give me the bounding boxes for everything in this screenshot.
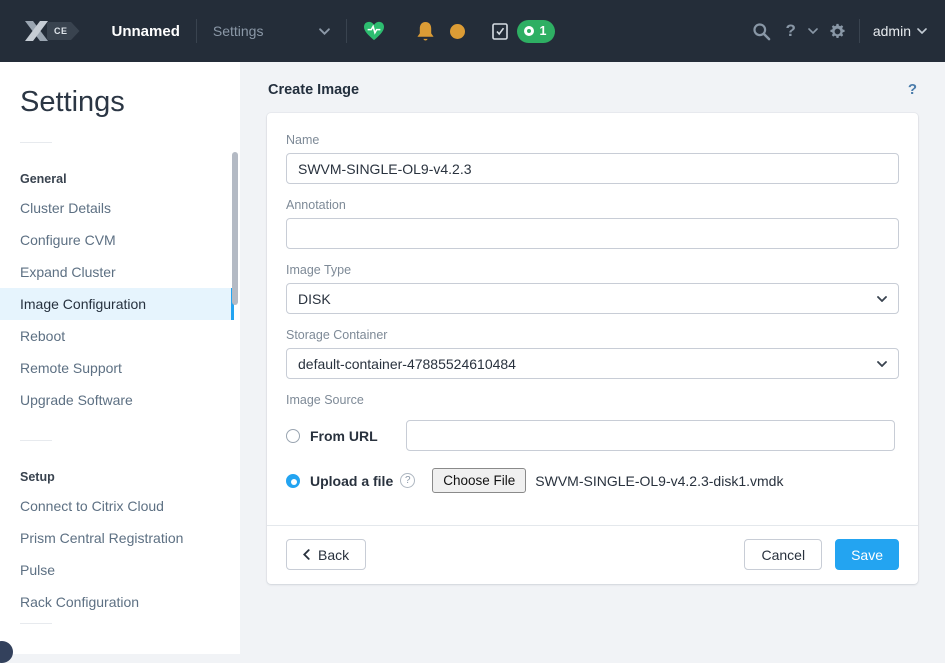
alert-count-dot[interactable] <box>450 24 465 39</box>
from-url-label[interactable]: From URL <box>310 428 378 444</box>
sidebar-item-prism-central-registration[interactable]: Prism Central Registration <box>0 522 234 554</box>
from-url-radio[interactable] <box>286 429 300 443</box>
divider <box>20 142 52 143</box>
username: admin <box>873 23 911 39</box>
from-url-input[interactable] <box>406 420 895 451</box>
sidebar-title: Settings <box>20 86 240 119</box>
health-heart-icon[interactable] <box>363 21 385 41</box>
sidebar-item-cluster-details[interactable]: Cluster Details <box>0 192 234 224</box>
upload-help-icon[interactable]: ? <box>400 473 415 488</box>
sidebar-item-expand-cluster[interactable]: Expand Cluster <box>0 256 234 288</box>
settings-sidebar: Settings General Cluster Details Configu… <box>0 62 240 654</box>
hidden-corner-button[interactable] <box>0 641 13 663</box>
create-image-card: Name Annotation Image Type DISK Storage … <box>267 113 918 584</box>
storage-container-label: Storage Container <box>286 328 899 342</box>
divider <box>196 19 197 43</box>
upload-file-row: Upload a file ? Choose File SWVM-SINGLE-… <box>286 468 899 493</box>
sidebar-item-image-configuration[interactable]: Image Configuration <box>0 288 234 320</box>
sidebar-item-reboot[interactable]: Reboot <box>0 320 234 352</box>
sidebar-item-configure-cvm[interactable]: Configure CVM <box>0 224 234 256</box>
cluster-name[interactable]: Unnamed <box>112 23 180 40</box>
chevron-down-icon <box>877 296 887 302</box>
from-url-row: From URL <box>286 420 899 451</box>
save-button[interactable]: Save <box>835 539 899 570</box>
upload-file-label[interactable]: Upload a file <box>310 473 393 489</box>
topbar: CE Unnamed Settings <box>0 0 945 62</box>
chevron-down-icon <box>917 28 927 34</box>
gear-icon[interactable] <box>829 23 846 40</box>
divider <box>20 440 52 441</box>
user-menu[interactable]: admin <box>873 23 927 39</box>
image-source-label: Image Source <box>286 393 899 407</box>
annotation-input[interactable] <box>286 218 899 249</box>
sidebar-item-upgrade-software[interactable]: Upgrade Software <box>0 384 234 416</box>
nav-menu-settings[interactable]: Settings <box>213 23 331 39</box>
uploaded-filename: SWVM-SINGLE-OL9-v4.2.3-disk1.vmdk <box>535 473 783 489</box>
alerts-bell-icon[interactable] <box>416 21 435 42</box>
page-header: Create Image ? <box>240 62 945 113</box>
sidebar-scrollbar[interactable] <box>232 152 238 305</box>
main-panel: Create Image ? Name Annotation Image Typ… <box>240 62 945 654</box>
sidebar-heading-setup: Setup <box>20 470 240 484</box>
sidebar-item-remote-support[interactable]: Remote Support <box>0 352 234 384</box>
chevron-left-icon <box>303 549 310 560</box>
help-button[interactable]: ? <box>785 21 795 41</box>
divider <box>20 623 52 624</box>
page-title: Create Image <box>268 82 359 98</box>
sidebar-item-rack-configuration[interactable]: Rack Configuration <box>0 586 234 618</box>
sidebar-item-pulse[interactable]: Pulse <box>0 554 234 586</box>
card-footer: Back Cancel Save <box>267 525 918 584</box>
nutanix-logo[interactable]: CE <box>24 19 80 43</box>
ce-badge: CE <box>47 22 80 40</box>
chevron-down-icon <box>319 28 330 35</box>
nav-menu-label: Settings <box>213 23 264 39</box>
storage-container-value: default-container-47885524610484 <box>298 356 516 372</box>
back-button-label: Back <box>318 547 349 563</box>
image-type-select[interactable]: DISK <box>286 283 899 314</box>
annotation-label: Annotation <box>286 198 899 212</box>
chevron-down-icon <box>877 361 887 367</box>
storage-container-select[interactable]: default-container-47885524610484 <box>286 348 899 379</box>
divider <box>346 19 347 43</box>
page-help-button[interactable]: ? <box>908 81 917 98</box>
cancel-button[interactable]: Cancel <box>744 539 822 570</box>
tasks-checkbox-icon[interactable] <box>492 22 508 40</box>
divider <box>859 19 860 43</box>
back-button[interactable]: Back <box>286 539 366 570</box>
search-icon[interactable] <box>752 22 771 41</box>
name-input[interactable] <box>286 153 899 184</box>
image-type-value: DISK <box>298 291 331 307</box>
upload-file-radio[interactable] <box>286 474 300 488</box>
choose-file-button[interactable]: Choose File <box>432 468 526 493</box>
tasks-spinner-icon <box>524 26 534 36</box>
tasks-progress-pill[interactable]: 1 <box>517 20 555 43</box>
sidebar-heading-general: General <box>20 172 240 186</box>
image-type-label: Image Type <box>286 263 899 277</box>
chevron-down-icon[interactable] <box>808 28 818 34</box>
name-label: Name <box>286 133 899 147</box>
tasks-count: 1 <box>539 24 546 38</box>
sidebar-item-connect-citrix-cloud[interactable]: Connect to Citrix Cloud <box>0 490 234 522</box>
